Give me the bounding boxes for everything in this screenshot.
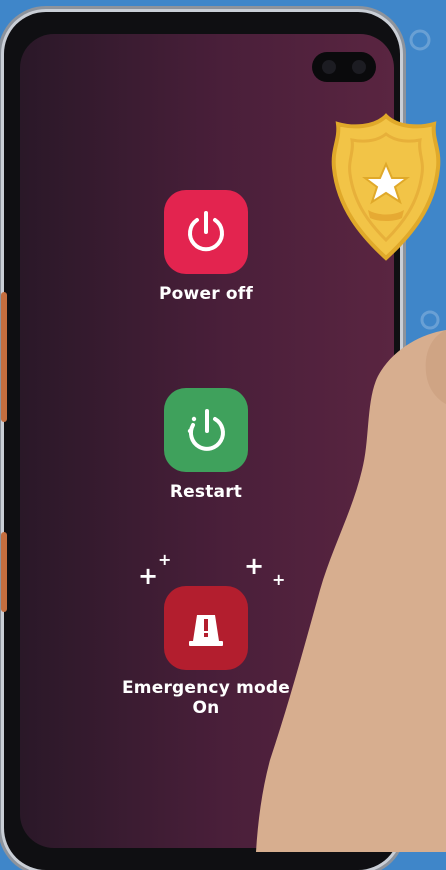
hand-illustration <box>256 330 446 852</box>
